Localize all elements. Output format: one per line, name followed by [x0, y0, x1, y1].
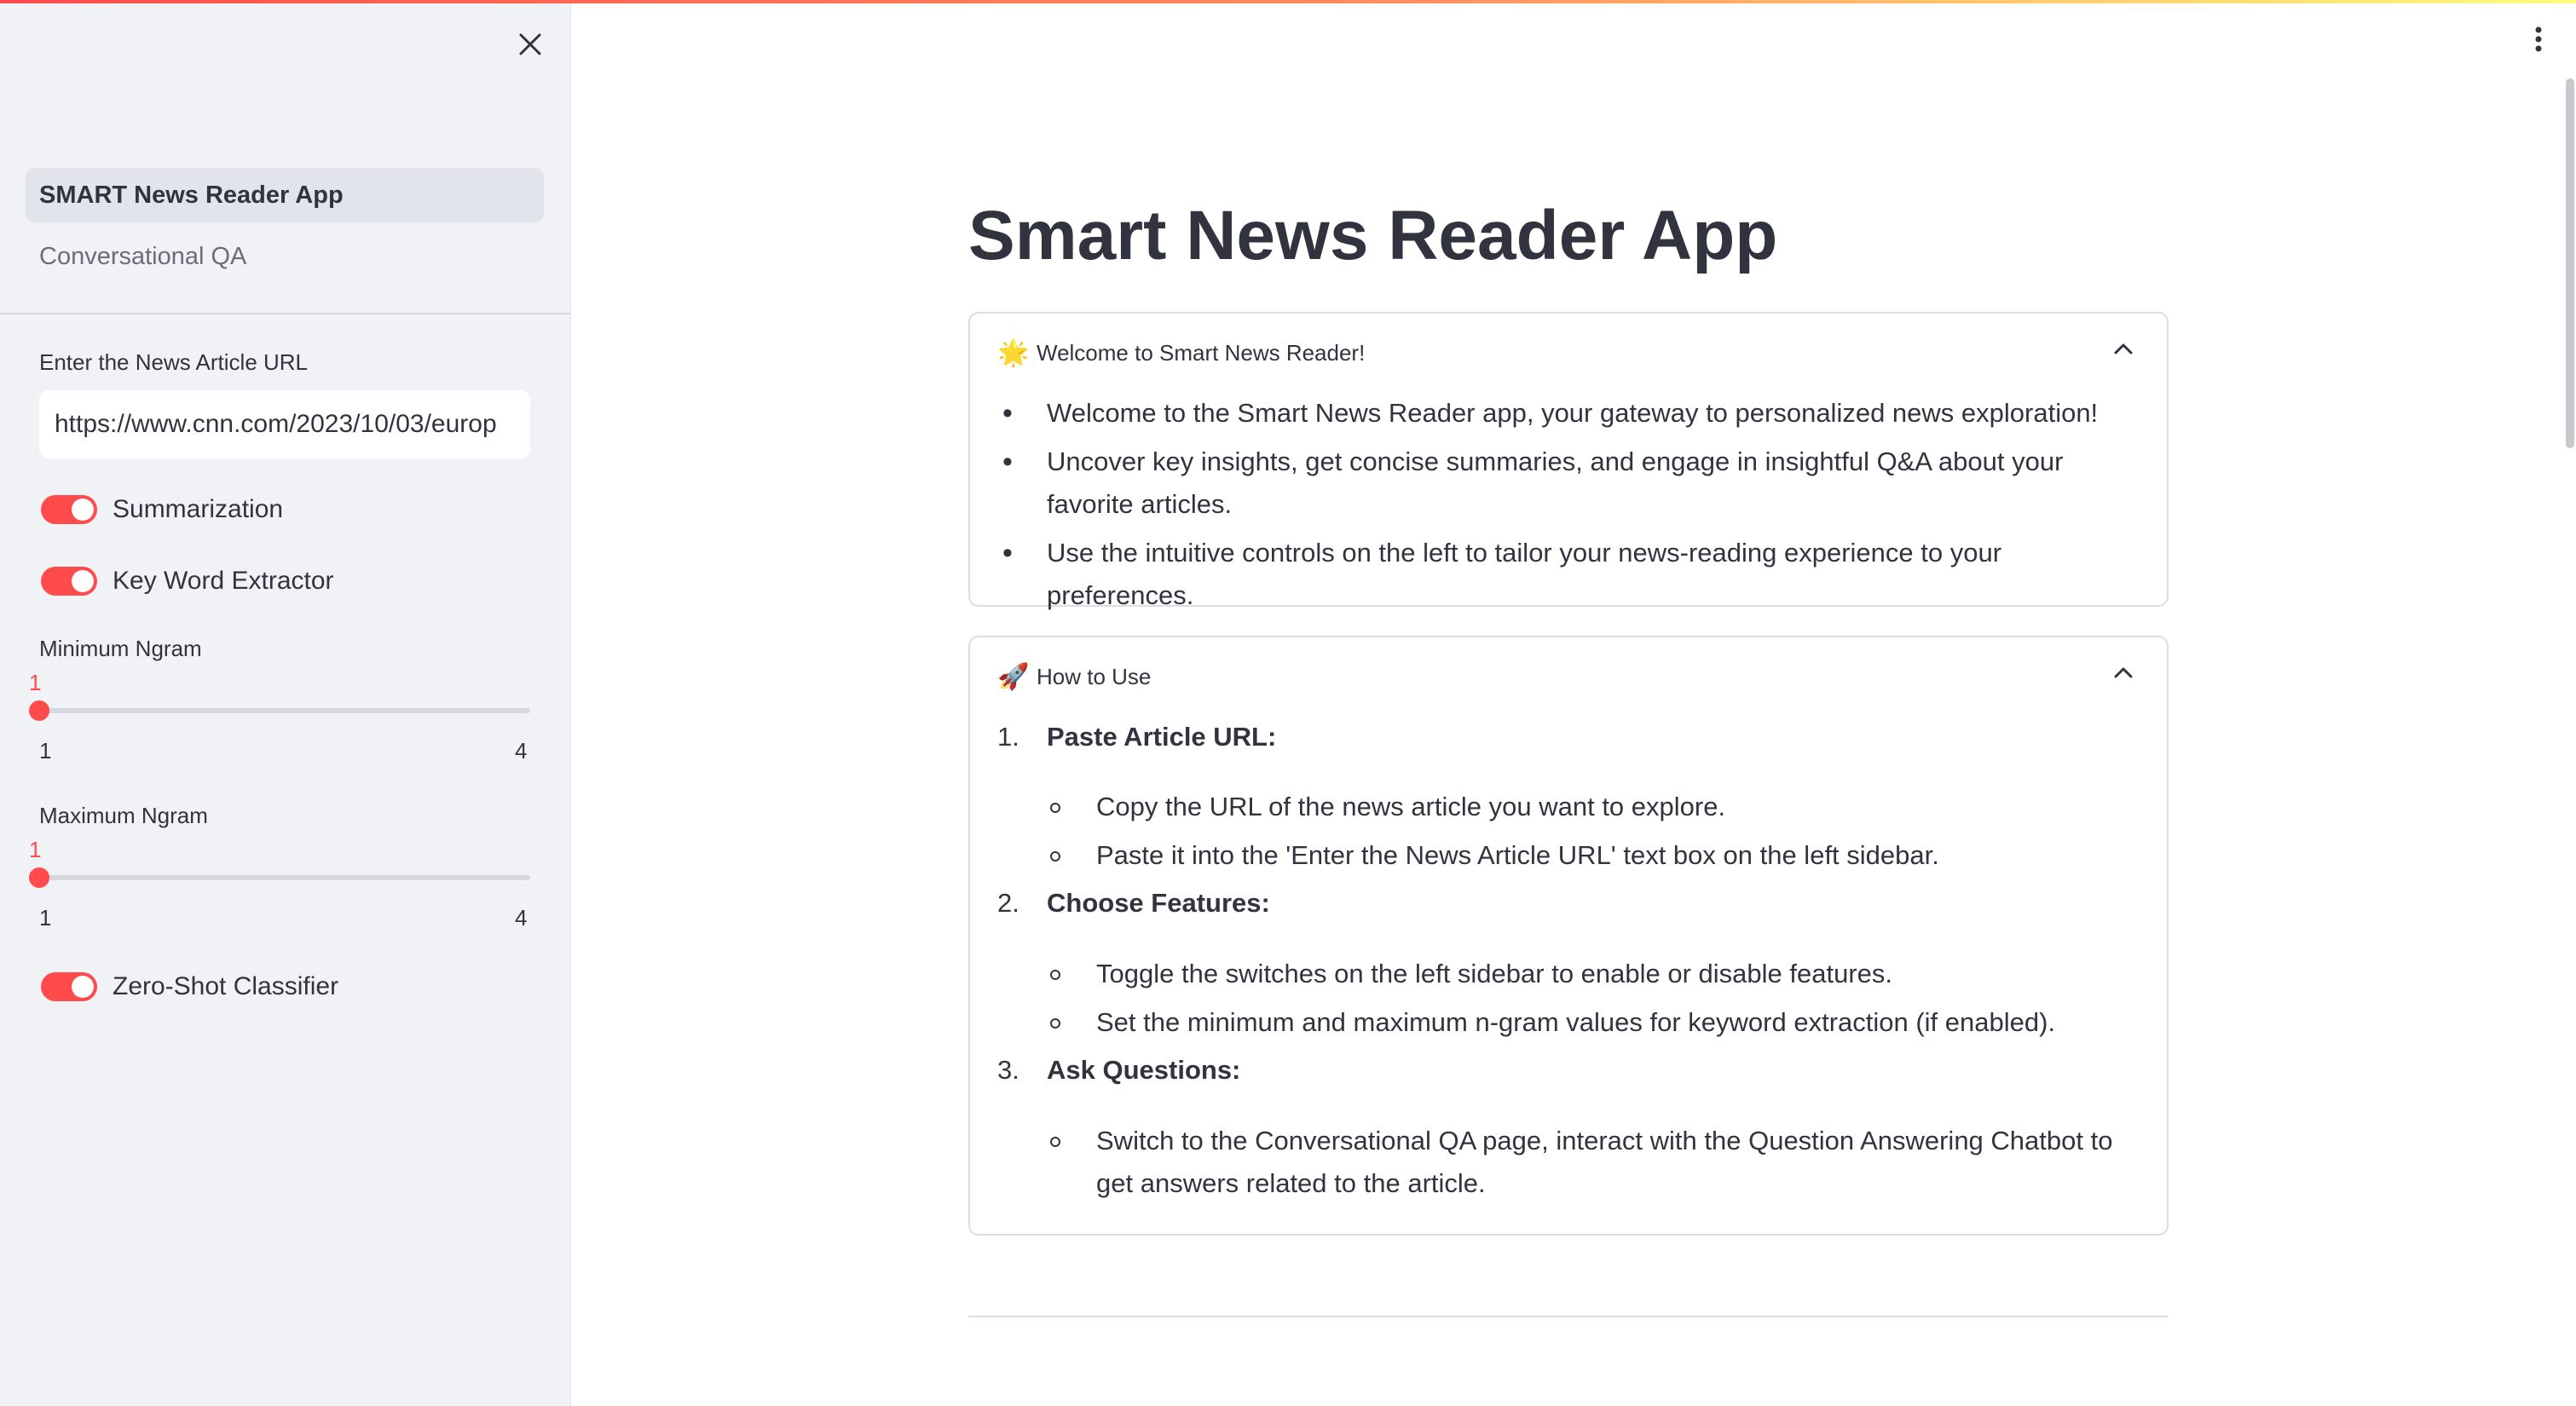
url-input-label: Enter the News Article URL — [39, 349, 309, 375]
min-ngram-min-tick: 1 — [39, 738, 52, 764]
scrollbar-thumb[interactable] — [2566, 78, 2574, 448]
top-decoration-bar — [0, 0, 2576, 3]
close-sidebar-button[interactable] — [511, 26, 549, 63]
chevron-up-icon — [2114, 343, 2133, 354]
toggle-label: Summarization — [113, 495, 284, 523]
nav-item-conversational-qa[interactable]: Conversational QA — [26, 229, 544, 284]
expander-title: How to Use — [1037, 663, 1152, 689]
chevron-up-icon — [2114, 667, 2133, 678]
min-ngram-value: 1 — [29, 670, 42, 695]
min-ngram-track[interactable] — [39, 708, 530, 713]
keyword-extractor-toggle[interactable]: Key Word Extractor — [41, 564, 334, 598]
page-title: Smart News Reader App — [968, 197, 1778, 274]
max-ngram-value: 1 — [29, 837, 42, 862]
min-ngram-label: Minimum Ngram — [39, 636, 202, 661]
summarization-toggle[interactable]: Summarization — [41, 493, 283, 527]
welcome-expander-header[interactable]: 🌟 Welcome to Smart News Reader! — [970, 314, 2167, 392]
nav-item-label: SMART News Reader App — [39, 181, 344, 209]
rocket-icon: 🚀 — [997, 662, 1030, 691]
zero-shot-classifier-toggle[interactable]: Zero-Shot Classifier — [41, 970, 338, 1004]
nav-divider — [0, 313, 571, 314]
content-divider — [968, 1316, 2169, 1317]
max-ngram-max-tick: 4 — [515, 905, 528, 931]
min-ngram-thumb[interactable] — [29, 700, 49, 721]
page-nav: SMART News Reader App Conversational QA — [26, 168, 544, 291]
how-to-use-expander: 🚀 How to Use 1. Paste Article URL: Copy … — [968, 636, 2169, 1236]
max-ngram-track[interactable] — [39, 875, 530, 880]
expander-title: Welcome to Smart News Reader! — [1037, 339, 1366, 366]
toggle-switch[interactable] — [41, 495, 97, 524]
welcome-expander: 🌟 Welcome to Smart News Reader! • Welcom… — [968, 312, 2169, 610]
toggle-switch[interactable] — [41, 972, 97, 1001]
sidebar: SMART News Reader App Conversational QA … — [0, 0, 571, 1406]
url-input[interactable] — [39, 390, 530, 458]
main-menu-button[interactable] — [2523, 20, 2554, 58]
max-ngram-thumb[interactable] — [29, 867, 49, 888]
toggle-label: Zero-Shot Classifier — [113, 972, 339, 1000]
max-ngram-min-tick: 1 — [39, 905, 52, 931]
toggle-label: Key Word Extractor — [113, 567, 334, 595]
max-ngram-label: Maximum Ngram — [39, 803, 208, 828]
nav-item-label: Conversational QA — [39, 242, 247, 270]
nav-item-smart-news-reader[interactable]: SMART News Reader App — [26, 168, 544, 222]
min-ngram-max-tick: 4 — [515, 738, 528, 764]
more-vertical-icon — [2535, 26, 2542, 52]
close-icon — [519, 33, 541, 55]
how-to-use-expander-header[interactable]: 🚀 How to Use — [970, 637, 2167, 716]
star-icon: 🌟 — [997, 338, 1030, 367]
toggle-switch[interactable] — [41, 567, 97, 596]
